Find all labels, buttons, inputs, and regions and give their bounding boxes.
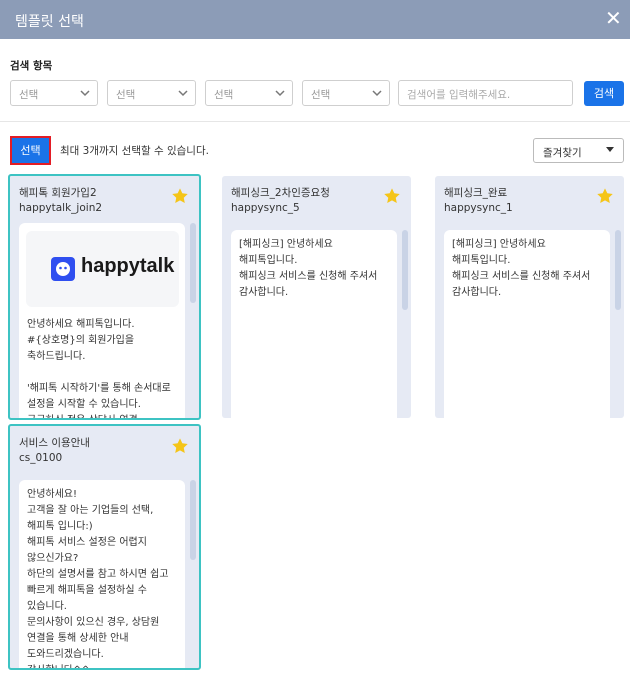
search-select-1[interactable]: 선택 — [10, 80, 98, 106]
template-body: 안녕하세요 해피톡입니다. #{상호명}의 회원가입을 축하드립니다. '해피톡… — [27, 319, 171, 418]
template-body: [해피싱크] 안녕하세요 해피톡입니다. 해피싱크 서비스를 신청해 주셔서 감… — [452, 239, 591, 298]
favorites-dropdown-label: 즐겨찾기 — [543, 147, 582, 159]
search-select-2[interactable]: 선택 — [107, 80, 196, 106]
search-label: 검색 항목 — [10, 60, 53, 72]
template-card[interactable]: 해피싱크_2차인증요청 happysync_5 [해피싱크] 안녕하세요 해피톡… — [222, 176, 411, 418]
close-icon[interactable]: ✕ — [605, 8, 622, 28]
search-input[interactable]: 검색어를 입력해주세요. — [398, 80, 573, 106]
star-icon[interactable] — [596, 187, 614, 205]
favorites-dropdown[interactable]: 즐겨찾기 — [533, 138, 624, 163]
template-card[interactable]: 서비스 이용안내 cs_0100 안녕하세요! 고객을 잘 아는 기업들의 선택… — [8, 424, 201, 670]
message-preview: happytalk 안녕하세요 해피톡입니다. #{상호명}의 회원가입을 축하… — [19, 223, 185, 418]
select-value: 선택 — [311, 89, 331, 101]
search-button[interactable]: 검색 — [584, 81, 624, 106]
select-value: 선택 — [19, 89, 39, 101]
chevron-down-icon — [178, 90, 188, 97]
select-value: 선택 — [116, 89, 136, 101]
scrollbar[interactable] — [190, 480, 196, 560]
template-code: happysync_5 — [231, 202, 300, 214]
select-value: 선택 — [214, 89, 234, 101]
dialog-titlebar: 템플릿 선택 ✕ — [0, 0, 630, 39]
search-panel: 검색 항목 선택 선택 선택 선택 검색어를 입력해주세요. 검색 — [0, 39, 630, 122]
chevron-down-icon — [275, 90, 285, 97]
scrollbar[interactable] — [402, 230, 408, 310]
template-name: 서비스 이용안내 — [19, 437, 90, 449]
happytalk-logo-icon — [51, 257, 75, 281]
chevron-down-icon — [80, 90, 90, 97]
star-icon[interactable] — [171, 437, 189, 455]
template-name: 해피톡 회원가입2 — [19, 187, 97, 199]
template-code: happysync_1 — [444, 202, 513, 214]
message-preview: 안녕하세요! 고객을 잘 아는 기업들의 선택, 해피톡 입니다:) 해피톡 서… — [19, 480, 185, 668]
message-preview: [해피싱크] 안녕하세요 해피톡입니다. 해피싱크 서비스를 신청해 주셔서 감… — [444, 230, 610, 418]
chat-bubble-icon — [56, 262, 70, 276]
star-icon[interactable] — [171, 187, 189, 205]
select-button[interactable]: 선택 — [10, 136, 51, 165]
star-icon[interactable] — [383, 187, 401, 205]
caret-down-icon — [606, 147, 614, 152]
search-select-4[interactable]: 선택 — [302, 80, 390, 106]
template-name: 해피싱크_완료 — [444, 187, 508, 199]
template-body: 안녕하세요! 고객을 잘 아는 기업들의 선택, 해피톡 입니다:) 해피톡 서… — [27, 489, 169, 668]
template-code: happytalk_join2 — [19, 202, 103, 214]
template-card[interactable]: 해피톡 회원가입2 happytalk_join2 happytalk 안녕하세… — [8, 174, 201, 420]
happytalk-logo: happytalk — [26, 231, 179, 307]
scrollbar[interactable] — [615, 230, 621, 310]
logo-text: happytalk — [81, 255, 175, 277]
message-preview: [해피싱크] 안녕하세요 해피톡입니다. 해피싱크 서비스를 신청해 주셔서 감… — [231, 230, 397, 418]
scrollbar[interactable] — [190, 223, 196, 303]
template-code: cs_0100 — [19, 452, 63, 464]
template-card[interactable]: 해피싱크_완료 happysync_1 [해피싱크] 안녕하세요 해피톡입니다.… — [435, 176, 624, 418]
search-select-3[interactable]: 선택 — [205, 80, 293, 106]
search-placeholder: 검색어를 입력해주세요. — [407, 89, 511, 101]
template-name: 해피싱크_2차인증요청 — [231, 187, 330, 199]
dialog-title: 템플릿 선택 — [15, 14, 84, 30]
chevron-down-icon — [372, 90, 382, 97]
selection-hint: 최대 3개까지 선택할 수 있습니다. — [60, 145, 209, 157]
template-body: [해피싱크] 안녕하세요 해피톡입니다. 해피싱크 서비스를 신청해 주셔서 감… — [239, 239, 378, 298]
